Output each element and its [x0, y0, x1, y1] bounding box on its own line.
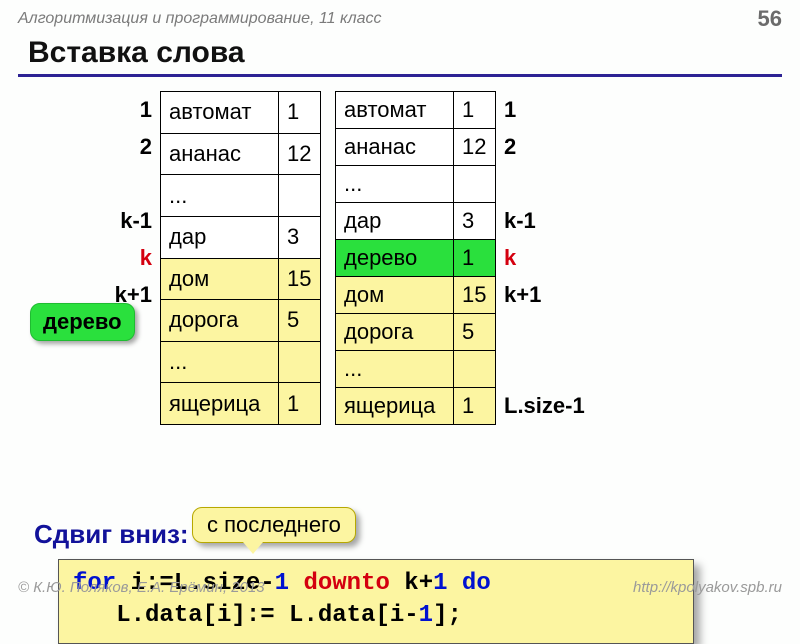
table-row: ... [161, 175, 321, 217]
content-area: дерево 12k-1kk+1 автомат1ананас12...дар3… [0, 91, 800, 531]
index-cell: L.size-1 [504, 387, 585, 424]
index-cell: k-1 [504, 202, 536, 239]
table-row: ... [336, 351, 496, 388]
page-number: 56 [758, 6, 782, 32]
word-cell: дом [336, 277, 454, 314]
table-row: дар3 [336, 203, 496, 240]
table-row: дерево1 [336, 240, 496, 277]
count-cell: 3 [454, 203, 496, 240]
title-underline [18, 74, 782, 77]
count-cell: 1 [279, 383, 321, 425]
index-cell: k [504, 239, 516, 276]
course-label: Алгоритмизация и программирование, 11 кл… [18, 10, 382, 28]
count-cell [279, 175, 321, 217]
count-cell: 1 [279, 92, 321, 134]
left-index-column: 12 k-1kk+1 [30, 91, 160, 425]
word-cell: ананас [336, 129, 454, 166]
table-row: ... [161, 341, 321, 383]
word-cell: дерево [336, 240, 454, 277]
right-index-column: 12 k-1kk+1 L.size-1 [496, 91, 626, 425]
count-cell: 15 [279, 258, 321, 300]
left-table: автомат1ананас12...дар3дом15дорога5...ящ… [160, 91, 321, 425]
word-cell: дорога [161, 300, 279, 342]
word-cell: ананас [161, 133, 279, 175]
word-cell: автомат [336, 92, 454, 129]
count-cell: 1 [454, 388, 496, 425]
count-cell: 5 [279, 300, 321, 342]
count-cell: 1 [454, 92, 496, 129]
word-cell: автомат [161, 92, 279, 134]
word-cell: ... [336, 351, 454, 388]
index-cell: k+1 [504, 276, 541, 313]
footer-right: http://kpolyakov.spb.ru [633, 579, 782, 596]
count-cell [454, 351, 496, 388]
index-cell: 1 [140, 91, 152, 128]
word-cell: ящерица [161, 383, 279, 425]
word-cell: ящерица [336, 388, 454, 425]
page-title: Вставка слова [28, 36, 800, 74]
table-row: ананас12 [161, 133, 321, 175]
tables-wrapper: 12k-1kk+1 автомат1ананас12...дар3дом15до… [30, 91, 626, 425]
table-row: автомат1 [161, 92, 321, 134]
footer-left: © К.Ю. Поляков, Е.А. Ерёмин, 2013 [18, 579, 265, 596]
table-row: дом15 [336, 277, 496, 314]
word-cell: дом [161, 258, 279, 300]
count-cell [279, 341, 321, 383]
index-cell: k+1 [115, 276, 152, 313]
table-row: ящерица1 [336, 388, 496, 425]
index-cell: 1 [504, 91, 516, 128]
word-cell: ... [336, 166, 454, 203]
table-row: дом15 [161, 258, 321, 300]
right-table: автомат1ананас12...дар3дерево1дом15дорог… [335, 91, 496, 425]
table-row: автомат1 [336, 92, 496, 129]
word-cell: ... [161, 175, 279, 217]
code-box: for i:=L.size-1 downto k+1 do L.data[i]:… [58, 559, 694, 644]
shift-label: Сдвиг вниз: [34, 519, 189, 550]
word-cell: дар [336, 203, 454, 240]
count-cell: 5 [454, 314, 496, 351]
index-cell: k [140, 239, 152, 276]
index-cell: k-1 [120, 202, 152, 239]
code-line-2: L.data[i]:= L.data[i-1]; [73, 600, 679, 632]
count-cell: 15 [454, 277, 496, 314]
index-cell: 2 [504, 128, 516, 165]
from-last-callout: с последнего [192, 507, 356, 543]
count-cell: 12 [279, 133, 321, 175]
count-cell: 12 [454, 129, 496, 166]
table-row: ... [336, 166, 496, 203]
index-cell: 2 [140, 128, 152, 165]
table-row: ящерица1 [161, 383, 321, 425]
word-cell: ... [161, 341, 279, 383]
table-row: дорога5 [161, 300, 321, 342]
count-cell: 3 [279, 216, 321, 258]
count-cell [454, 166, 496, 203]
word-cell: дар [161, 216, 279, 258]
table-row: ананас12 [336, 129, 496, 166]
table-row: дорога5 [336, 314, 496, 351]
word-cell: дорога [336, 314, 454, 351]
count-cell: 1 [454, 240, 496, 277]
table-row: дар3 [161, 216, 321, 258]
